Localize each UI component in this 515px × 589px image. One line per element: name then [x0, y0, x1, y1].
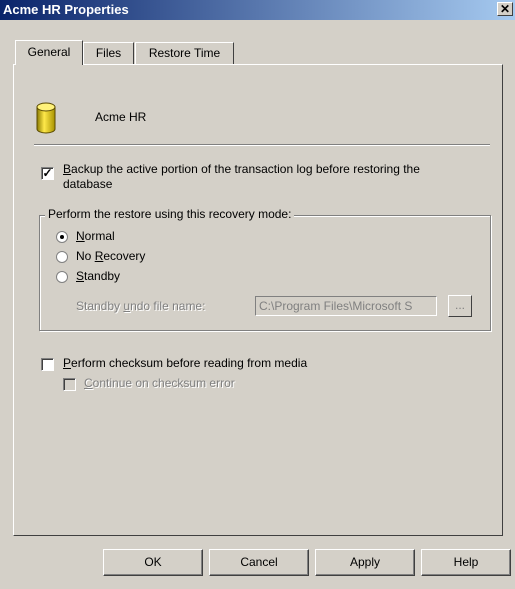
backup-tail-log-checkbox[interactable]: ✓: [41, 167, 54, 180]
close-icon: ✕: [499, 2, 511, 16]
close-button[interactable]: ✕: [497, 2, 513, 16]
radio-standby-label: Standby: [76, 269, 121, 283]
tab-restore-time[interactable]: Restore Time: [135, 42, 234, 64]
cancel-button[interactable]: Cancel: [209, 549, 309, 576]
radio-no-recovery[interactable]: [56, 251, 68, 263]
help-button[interactable]: Help: [421, 549, 511, 576]
tab-label: Files: [95, 46, 122, 60]
backup-tail-log-label-line2: database: [63, 177, 113, 191]
standby-undo-label: Standby undo file name:: [76, 299, 206, 313]
tab-files[interactable]: Files: [83, 42, 134, 64]
tab-label: General: [27, 45, 71, 59]
tab-label: Restore Time: [148, 46, 221, 60]
apply-button[interactable]: Apply: [315, 549, 415, 576]
separator: [34, 144, 490, 146]
radio-no-recovery-label: No Recovery: [76, 249, 146, 263]
continue-on-error-label: Continue on checksum error: [84, 376, 235, 390]
standby-undo-file-input[interactable]: C:\Program Files\Microsoft S: [255, 296, 437, 316]
window-title: Acme HR Properties: [3, 2, 129, 17]
browse-button[interactable]: ...: [448, 295, 472, 317]
radio-normal[interactable]: [56, 231, 68, 243]
tab-general[interactable]: General: [15, 40, 83, 65]
ok-button[interactable]: OK: [103, 549, 203, 576]
title-bar: Acme HR Properties ✕: [0, 0, 515, 20]
continue-on-error-checkbox[interactable]: [63, 378, 76, 391]
checksum-label: Perform checksum before reading from med…: [63, 356, 308, 370]
radio-standby[interactable]: [56, 271, 68, 283]
checksum-checkbox[interactable]: [41, 358, 54, 371]
recovery-mode-legend: Perform the restore using this recovery …: [45, 207, 295, 221]
radio-normal-label: Normal: [76, 229, 115, 243]
database-name: Acme HR: [95, 110, 147, 124]
database-icon: [36, 102, 56, 134]
backup-tail-log-label: Backup the active portion of the transac…: [63, 162, 420, 176]
